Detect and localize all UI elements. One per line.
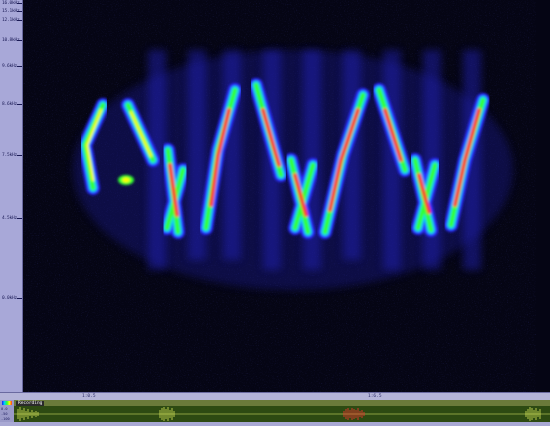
- spectrogram-view[interactable]: [23, 0, 550, 392]
- freq-tick: [17, 3, 22, 4]
- freq-label-0-0: 0.0kHz: [2, 296, 18, 301]
- freq-tick: [17, 40, 22, 41]
- waveform-gutter: 0.0 -50 -100: [0, 400, 14, 422]
- freq-tick: [17, 218, 22, 219]
- frequency-ruler[interactable]: 16.0kHz 15.1kHz 12.1kHz 10.8kHz 9.6kHz 8…: [0, 0, 23, 392]
- waveform-track[interactable]: [14, 406, 550, 422]
- colormap-swatch[interactable]: [2, 401, 12, 405]
- freq-label-7-5: 7.5kHz: [2, 153, 18, 158]
- freq-tick: [17, 104, 22, 105]
- freq-tick: [17, 155, 22, 156]
- freq-tick: [17, 66, 22, 67]
- waveform-panel[interactable]: 0.0 -50 -100 Recording: [0, 400, 550, 422]
- time-label-mid: 1:6.5: [368, 394, 382, 399]
- spectrogram-canvas: [23, 0, 550, 392]
- freq-label-9-6: 9.6kHz: [2, 64, 18, 69]
- freq-tick: [17, 11, 22, 12]
- gutter-label-top: 0.0: [1, 407, 8, 411]
- freq-tick: [17, 20, 22, 21]
- gutter-label-bottom: -100: [1, 417, 10, 421]
- time-label-start: 1:0.5: [82, 394, 96, 399]
- freq-tick: [17, 298, 22, 299]
- waveform-canvas: [14, 407, 550, 421]
- freq-label-4-5: 4.5kHz: [2, 216, 18, 221]
- gutter-label-mid: -50: [1, 412, 8, 416]
- freq-label-8-6: 8.6kHz: [2, 102, 18, 107]
